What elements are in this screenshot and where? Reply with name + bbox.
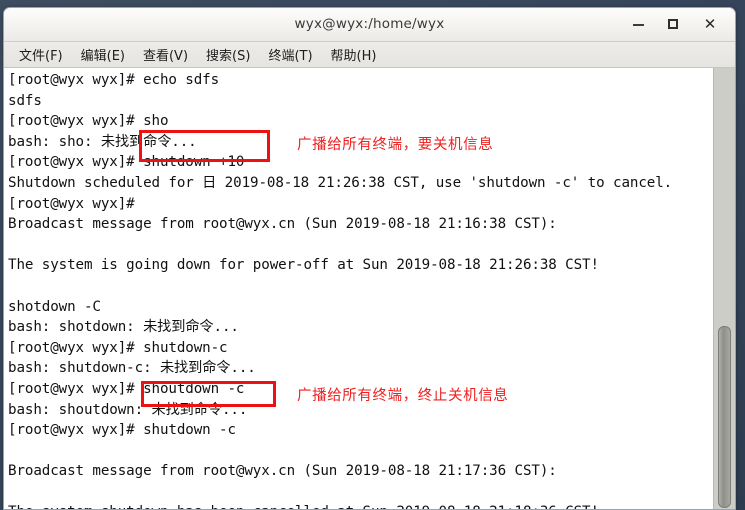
desktop-background: wyx@wyx:/home/wyx ✕ 文件(F) 编辑(E) 查看(V) 搜索… [0,0,745,510]
close-icon[interactable]: ✕ [695,8,725,41]
terminal-line: Shutdown scheduled for 日 2019-08-18 21:2… [8,174,673,191]
menu-item-edit[interactable]: 编辑(E) [72,43,134,67]
menu-item-help[interactable]: 帮助(H) [322,43,386,67]
terminal-window: wyx@wyx:/home/wyx ✕ 文件(F) 编辑(E) 查看(V) 搜索… [3,7,736,510]
window-titlebar[interactable]: wyx@wyx:/home/wyx ✕ [4,8,735,42]
terminal-line: bash: shotdown: 未找到命令... [8,319,239,336]
terminal-line: The system shutdown has been cancelled a… [8,502,713,509]
maximize-icon[interactable] [658,8,688,41]
terminal-line: bash: shutdown-c: 未找到命令... [8,360,256,377]
terminal-line: [root@wyx wyx]# [8,195,135,212]
terminal-line: [root@wyx wyx]# sho [8,113,169,130]
scrollbar-thumb[interactable] [718,326,731,508]
terminal-line: The system is going down for power-off a… [8,257,599,274]
annotation-text-shutdown-schedule: 广播给所有终端，要关机信息 [297,137,494,153]
minimize-icon[interactable] [623,8,653,41]
annotation-text-shutdown-cancel: 广播给所有终端，终止关机信息 [297,388,509,404]
terminal-line: [root@wyx wyx]# shutdown-c [8,339,228,356]
terminal-line: [root@wyx wyx]# shutdown -c [8,422,236,439]
vertical-scrollbar[interactable] [713,68,735,509]
menu-item-terminal[interactable]: 终端(T) [259,43,321,67]
terminal-line: [root@wyx wyx]# echo sdfs [8,72,220,88]
menu-item-view[interactable]: 查看(V) [134,43,197,67]
menu-item-search[interactable]: 搜索(S) [197,43,259,67]
terminal-line: shotdown -C [8,298,101,315]
terminal-line: Broadcast message from root@wyx.cn (Sun … [8,463,557,480]
terminal-line: Broadcast message from root@wyx.cn (Sun … [8,216,557,233]
menubar: 文件(F) 编辑(E) 查看(V) 搜索(S) 终端(T) 帮助(H) [4,42,735,68]
menu-item-file[interactable]: 文件(F) [10,43,72,67]
terminal-line: [root@wyx wyx]# shutdown +10 [8,154,245,171]
terminal-line: sdfs [8,92,42,109]
